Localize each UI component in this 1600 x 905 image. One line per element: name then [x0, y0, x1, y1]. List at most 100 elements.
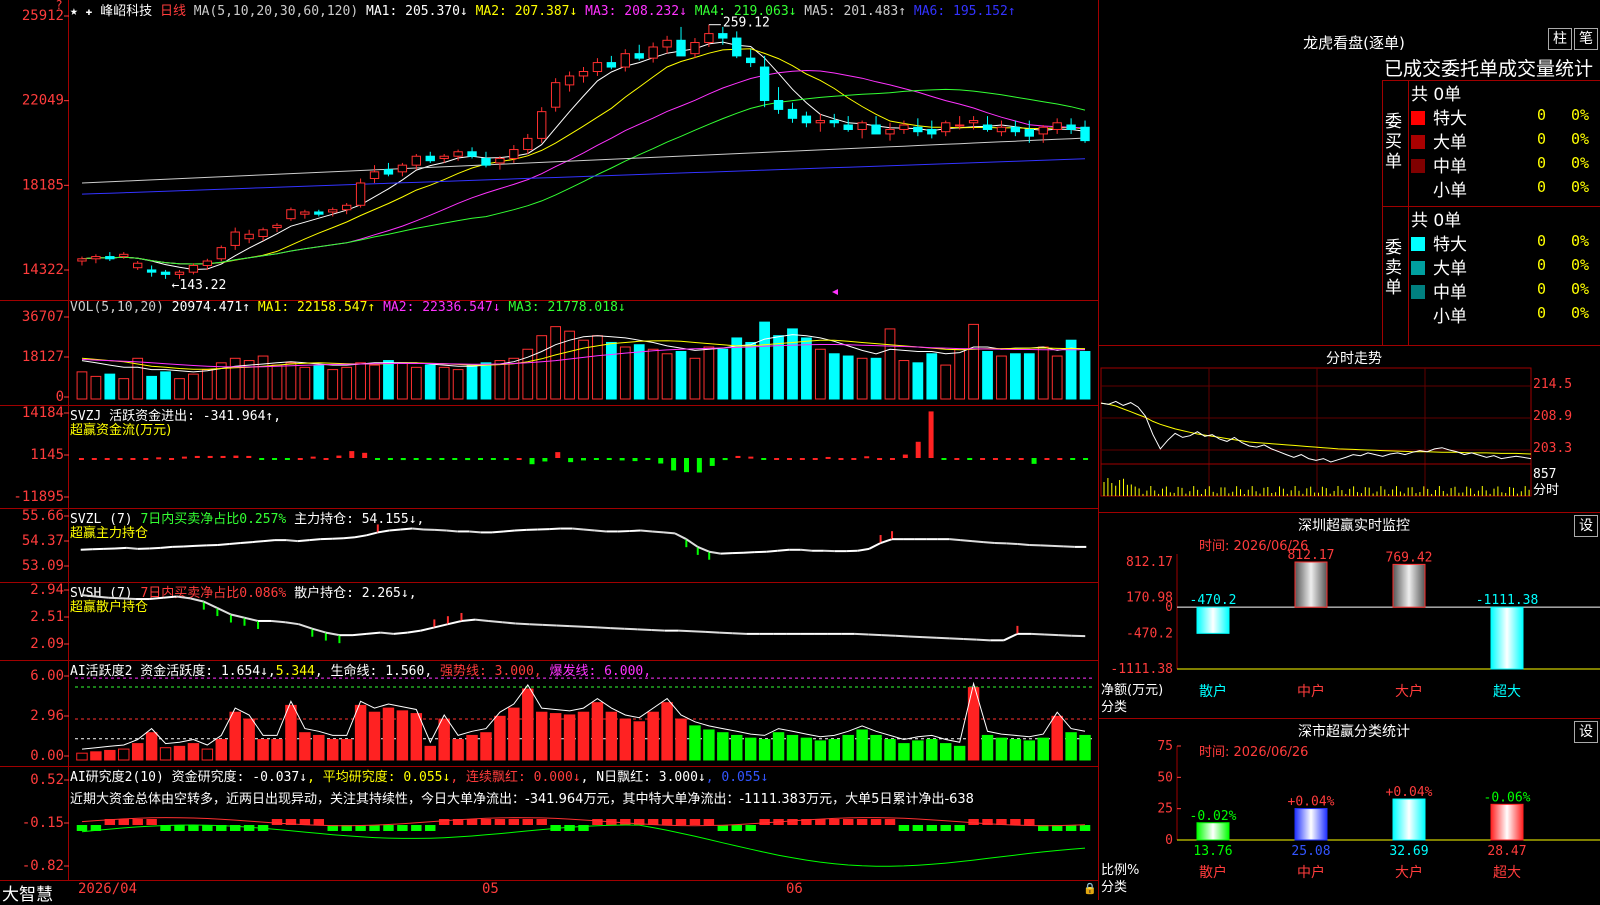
sell-count: 0 [1537, 232, 1546, 250]
svsh-segment [407, 631, 421, 633]
activity-bar [300, 733, 310, 760]
svzj-panel[interactable]: SVZJ 活跃资金进出: -341.964↑, 超赢资金流(万元) 141841… [0, 405, 1098, 509]
svzl-segment [435, 530, 446, 531]
flow-bar [684, 458, 689, 472]
flow-bar [851, 458, 856, 460]
ai1-y-tick: 2.96 [30, 708, 64, 724]
ai-activity-chart[interactable]: 6.002.960.00 [0, 660, 1098, 766]
sell-row-2: 中单 [1411, 278, 1467, 303]
volume-bar [481, 363, 491, 399]
flow-bar [92, 458, 97, 460]
tab-bar[interactable]: 柱 [1548, 28, 1572, 50]
monitor-y-tick: 0 [1165, 600, 1173, 615]
research-bar [815, 819, 825, 825]
kline-y-tick: 14322 [22, 262, 64, 278]
activity-bar [550, 714, 560, 760]
candle-body [92, 257, 100, 259]
activity-bar [439, 719, 449, 760]
lhkp-panel[interactable]: 龙虎看盘(逐单) 柱 笔 已成交委托单成交量统计 委买单 委卖单 共 0单 特大… [1099, 0, 1600, 346]
flow-bar [748, 457, 753, 459]
stats-bar [1197, 823, 1229, 840]
volume-bar [606, 342, 616, 399]
monitor-bar-label: 769.42 [1386, 550, 1433, 565]
monitor-category-label: 大户 [1395, 683, 1423, 700]
svzj-y-tick: 1145 [30, 447, 64, 463]
tab-tick[interactable]: 笔 [1574, 28, 1598, 50]
main-chart-area[interactable]: ★ ✚ 峰岹科技 日线 MA(5,10,20,30,60,120) MA1: 2… [0, 0, 1098, 900]
activity-bar [286, 705, 296, 760]
activity-bar [606, 712, 616, 760]
stats-value-label: 28.47 [1487, 844, 1526, 859]
volume-bar [983, 352, 993, 399]
candle-body [329, 210, 337, 212]
lhkp-title: 龙虎看盘(逐单) [1269, 32, 1439, 53]
monitor-category-label: 散户 [1199, 683, 1227, 700]
flow-bar [349, 451, 354, 458]
volume-bar [175, 379, 185, 399]
research-bar [718, 825, 728, 831]
svsh-segment [150, 598, 164, 599]
stats-chart[interactable]: 7550250-0.02%13.76散户+0.04%25.08中户+0.04%3… [1099, 719, 1600, 900]
stats-y-tick: 25 [1157, 802, 1173, 817]
buy-row-3: 小单 [1411, 176, 1467, 201]
flow-bar [452, 458, 457, 460]
volume-bar [272, 365, 282, 399]
svsh-segment [678, 631, 692, 632]
candle-body [454, 152, 462, 156]
svzl-panel[interactable]: SVZL (7) 7日内买卖净占比0.257% 主力持仓: 54.155↓, 超… [0, 508, 1098, 583]
intraday-panel[interactable]: 分时走势 214.5208.9203.3857分时 [1099, 346, 1600, 513]
candle-body [774, 100, 782, 109]
lock-icon[interactable]: 🔒 [1083, 882, 1097, 895]
candle-body [955, 125, 963, 126]
volume-bar [1038, 347, 1048, 399]
flow-bar [568, 458, 573, 462]
intraday-chart[interactable]: 214.5208.9203.3857分时 [1099, 346, 1600, 512]
research-bar [383, 825, 393, 831]
candle-body [468, 152, 476, 156]
ai-research-chart[interactable]: 0.52-0.15-0.82 [0, 766, 1098, 880]
svzj-chart[interactable]: 141841145-11895 [0, 405, 1098, 508]
shenzhen-monitor-panel[interactable]: 深圳超赢实时监控 设 时间: 2026/06/26 净额(万元) 分类 812.… [1099, 513, 1600, 719]
volume-panel[interactable]: VOL(5,10,20) 20974.471↑ MA1: 22158.547↑ … [0, 300, 1098, 406]
activity-bar [509, 708, 519, 760]
sell-orders-label: 委卖单 [1385, 238, 1405, 298]
svsh-segment [204, 602, 218, 608]
monitor-chart[interactable]: 812.17170.980-470.2-1111.38-470.2散户812.1… [1099, 513, 1600, 718]
candle-body [593, 63, 601, 72]
svzl-segment [641, 530, 652, 531]
flow-bar [478, 458, 483, 460]
svsh-segment [1031, 634, 1045, 635]
sell-label: 大单 [1433, 259, 1467, 279]
svsh-segment [1058, 635, 1072, 636]
ai1-y-tick: 0.00 [30, 748, 64, 764]
svsh-segment [855, 634, 869, 635]
buy-orders-label: 委买单 [1385, 112, 1405, 172]
ai-activity-panel[interactable]: AI活跃度2 资金活跃度: 1.654↓,5.344, 生命线: 1.560, … [0, 660, 1098, 767]
category-stats-panel[interactable]: 深市超赢分类统计 设 时间: 2026/06/26 比例% 分类 7550250… [1099, 719, 1600, 900]
svzl-chart[interactable]: 55.6654.3753.09 [0, 508, 1098, 582]
svsh-panel[interactable]: SVSH (7) 7日内买卖净占比0.086% 散户持仓: 2.265↓, 超赢… [0, 582, 1098, 661]
date-label-1: 2026/04 [78, 881, 137, 897]
svzj-y-tick: 14184 [22, 405, 64, 421]
activity-bar [662, 703, 672, 760]
volume-chart[interactable]: 36707181270 [0, 300, 1098, 405]
research-bar [954, 825, 964, 831]
activity-bar [132, 744, 142, 760]
date-label-2: 05 [482, 881, 499, 897]
stats-category-label: 大户 [1395, 864, 1423, 881]
flow-bar [401, 458, 406, 460]
ai-research-panel[interactable]: AI研究度2(10) 资金研究度: -0.037↓, 平均研究度: 0.055↓… [0, 766, 1098, 881]
svzl-segment [1018, 544, 1029, 545]
candle-body [273, 225, 281, 227]
svsh-chart[interactable]: 2.942.512.09 [0, 582, 1098, 660]
activity-bar [105, 750, 115, 760]
kline-panel[interactable]: ★ ✚ 峰岹科技 日线 MA(5,10,20,30,60,120) MA1: 2… [0, 0, 1098, 301]
volume-bar [439, 367, 449, 399]
activity-bar [146, 733, 156, 760]
kline-chart[interactable]: 25912220491818514322259.12←143.22 [0, 0, 1098, 300]
research-bar [119, 819, 129, 825]
svsh-segment [231, 615, 245, 618]
intraday-vol-tick: 857 [1533, 467, 1556, 482]
intraday-vol-label: 分时 [1533, 483, 1559, 498]
volume-bar [634, 345, 644, 399]
